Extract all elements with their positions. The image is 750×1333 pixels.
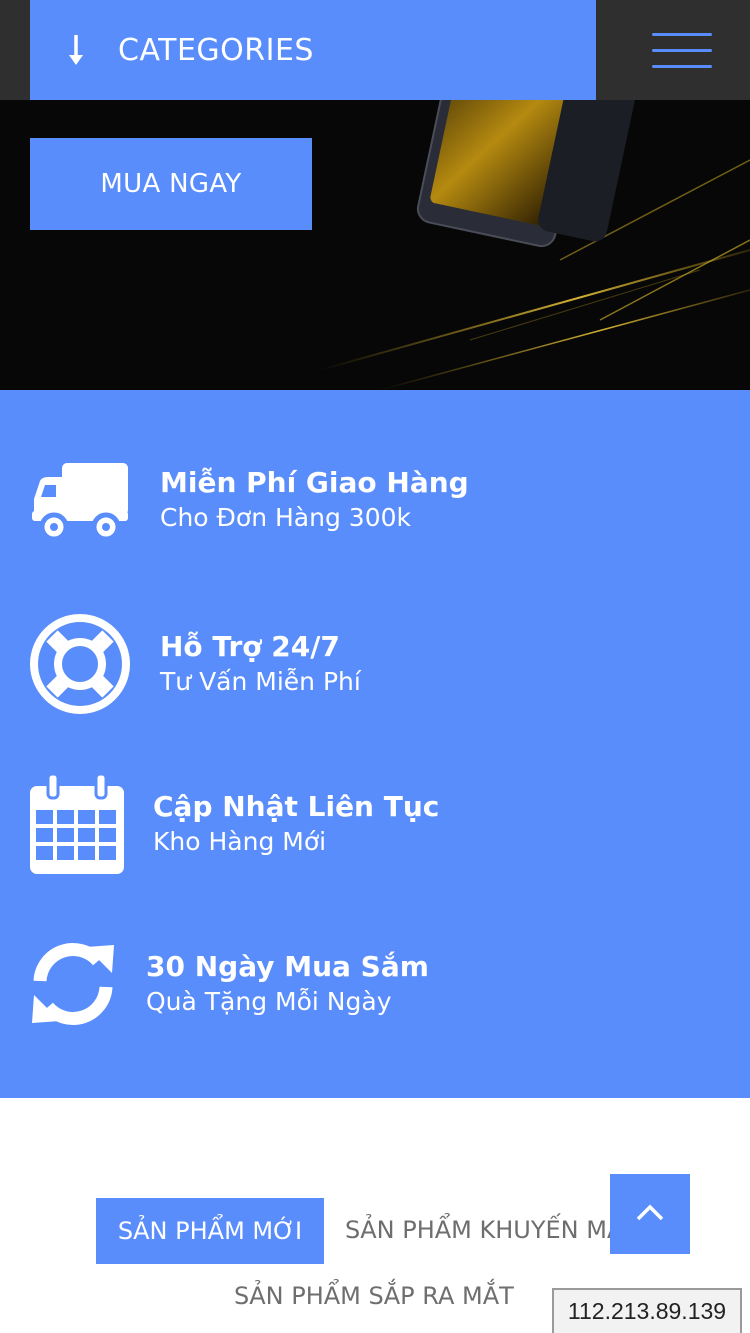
features-section: Miễn Phí Giao Hàng Cho Đơn Hàng 300k Hỗ … — [0, 390, 750, 1098]
feature-subtitle: Cho Đơn Hàng 300k — [160, 503, 411, 532]
feature-subtitle: Tư Vấn Miễn Phí — [160, 667, 361, 696]
ip-address-badge: 112.213.89.139 — [552, 1288, 742, 1333]
chevron-up-icon — [635, 1202, 665, 1226]
hamburger-menu-icon[interactable] — [652, 33, 712, 69]
top-bar: CATEGORIES — [0, 0, 750, 100]
feature-shopping: 30 Ngày Mua Sắm Quà Tặng Mỗi Ngày — [30, 929, 429, 1039]
buy-now-button[interactable]: MUA NGAY — [30, 138, 312, 230]
feature-free-shipping: Miễn Phí Giao Hàng Cho Đơn Hàng 300k — [30, 445, 469, 555]
tab-upcoming-products[interactable]: SẢN PHẨM SẮP RA MẮT — [234, 1282, 514, 1310]
arrow-down-icon — [64, 33, 88, 67]
feature-title: Miễn Phí Giao Hàng — [160, 466, 469, 499]
tab-new-products[interactable]: SẢN PHẨM MỚI — [96, 1198, 324, 1264]
tab-promo-products[interactable]: SẢN PHẨM KHUYẾN MÃI — [345, 1216, 630, 1244]
feature-subtitle: Quà Tặng Mỗi Ngày — [146, 987, 392, 1016]
truck-icon — [30, 459, 130, 541]
hero-banner: MUA NGAY — [0, 100, 750, 390]
scroll-to-top-button[interactable] — [610, 1174, 690, 1254]
lifebuoy-icon — [30, 614, 130, 714]
feature-support: Hỗ Trợ 24/7 Tư Vấn Miễn Phí — [30, 609, 361, 719]
categories-label: CATEGORIES — [118, 32, 314, 68]
feature-updates: Cập Nhật Liên Tục Kho Hàng Mới — [30, 769, 439, 879]
feature-title: 30 Ngày Mua Sắm — [146, 950, 429, 983]
categories-button[interactable]: CATEGORIES — [30, 0, 596, 100]
feature-subtitle: Kho Hàng Mới — [153, 827, 327, 856]
calendar-icon — [30, 774, 124, 874]
feature-title: Hỗ Trợ 24/7 — [160, 630, 340, 663]
refresh-icon — [30, 941, 116, 1027]
feature-title: Cập Nhật Liên Tục — [153, 790, 440, 823]
